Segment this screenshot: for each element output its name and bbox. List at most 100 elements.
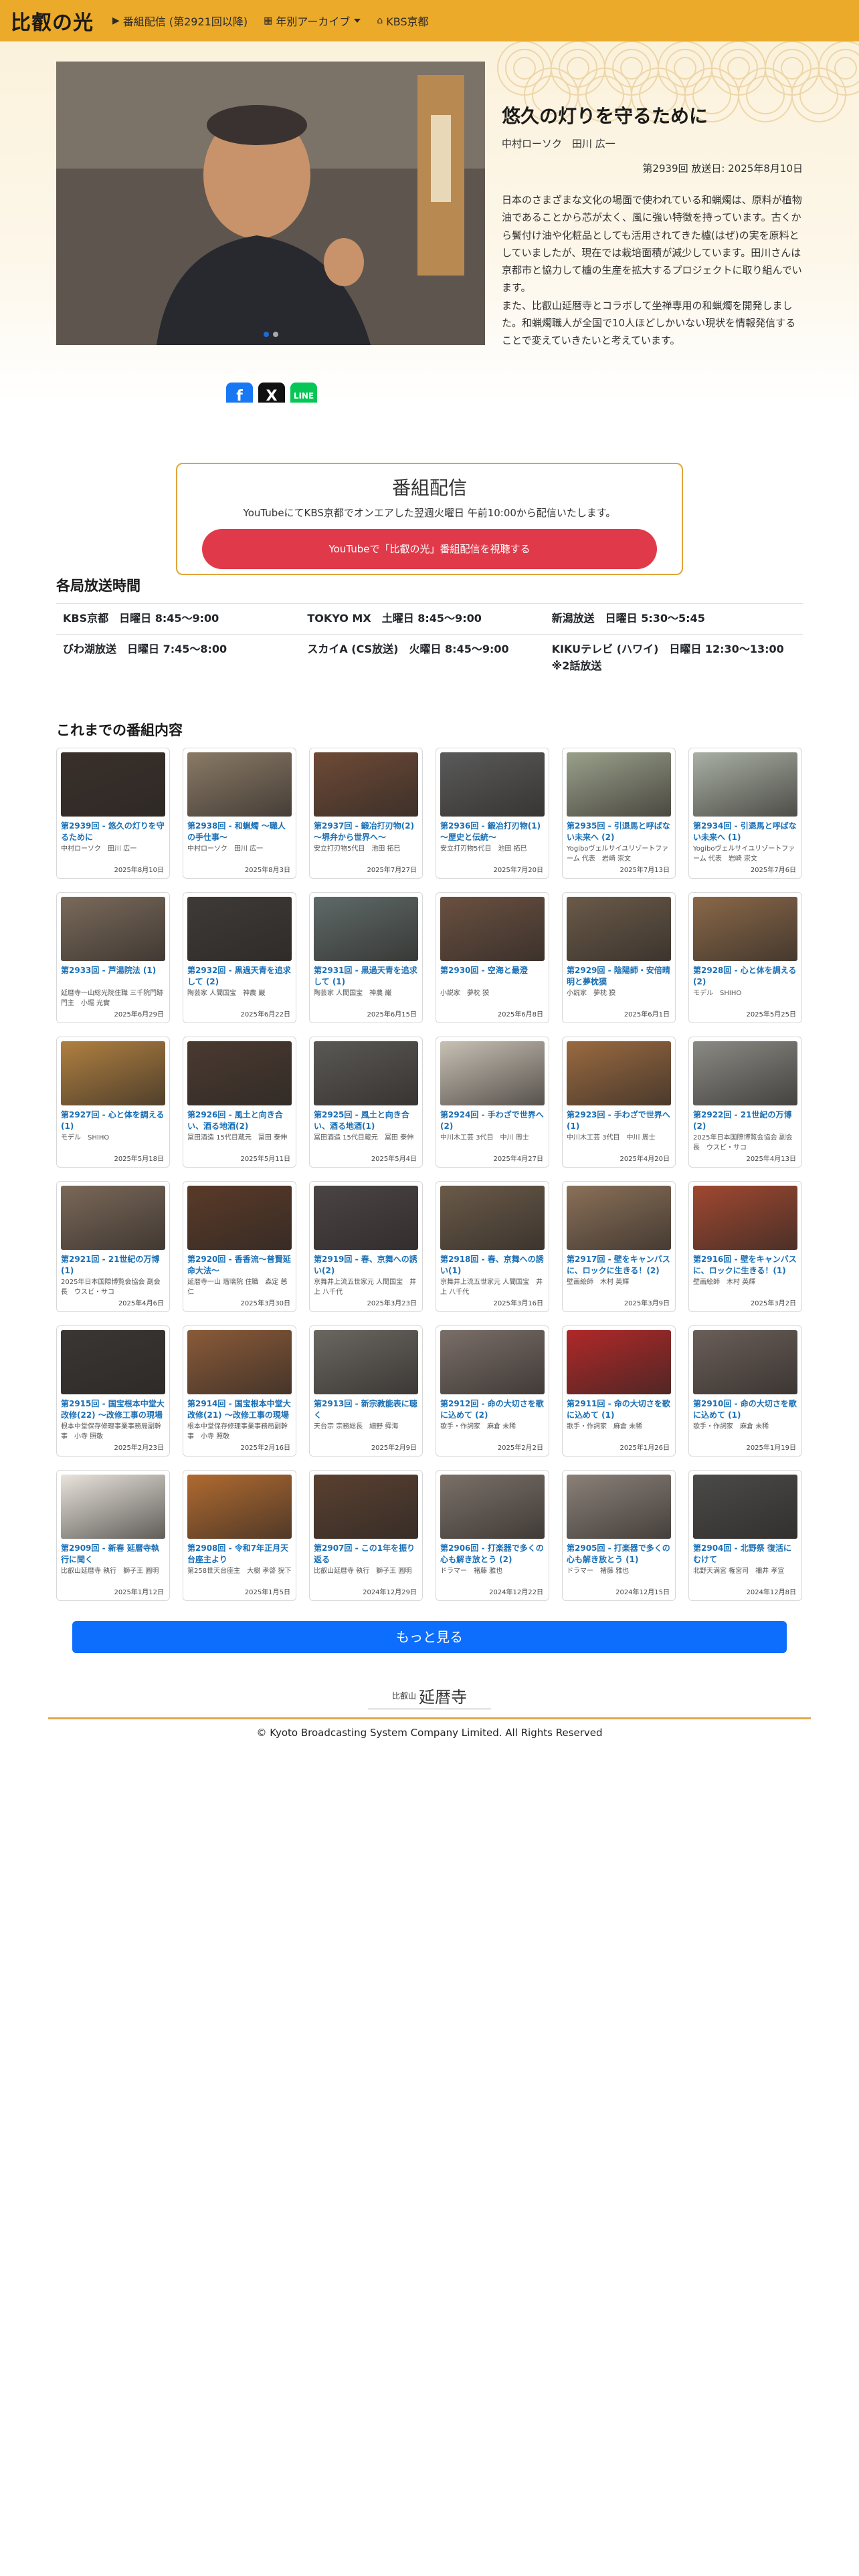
episode-card[interactable]: 第2917回 - 壁をキャンバスに、ロックに生きる！(2) 壁画絵師 木村 英輝 2… bbox=[562, 1181, 676, 1312]
episode-card[interactable]: 第2926回 - 風土と向き合い、酒る地酒(2) 冨田酒造 15代目蔵元 冨田 泰… bbox=[183, 1037, 296, 1168]
facebook-share-button[interactable]: f bbox=[226, 383, 253, 403]
episode-title[interactable]: 第2909回 - 新春 延暦寺執行に聞く bbox=[61, 1543, 165, 1566]
episode-card[interactable]: 第2904回 - 北野祭 復活にむけて 北野天満宮 権宮司 禰井 孝宣 2024年1… bbox=[688, 1470, 802, 1601]
episode-title[interactable]: 第2919回 - 春、京舞への誘い(2) bbox=[314, 1254, 418, 1277]
episode-thumbnail[interactable] bbox=[567, 1330, 671, 1394]
episode-title[interactable]: 第2917回 - 壁をキャンバスに、ロックに生きる！(2) bbox=[567, 1254, 671, 1277]
episode-card[interactable]: 第2929回 - 陰陽師・安倍晴明と夢枕獏 小説家 夢枕 獏 2025年6月1日 bbox=[562, 892, 676, 1023]
episode-card[interactable]: 第2915回 - 国宝根本中堂大改修(22) 〜改修工事の現場から〜根本中堂保存… bbox=[56, 1325, 170, 1457]
episode-thumbnail[interactable] bbox=[693, 897, 797, 961]
episode-title[interactable]: 第2916回 - 壁をキャンバスに、ロックに生きる！(1) bbox=[693, 1254, 797, 1277]
episode-card[interactable]: 第2934回 - 引退馬と呼ばない未来へ (1) Yogiboヴェルサイユリゾート… bbox=[688, 748, 802, 879]
episode-thumbnail[interactable] bbox=[187, 1041, 292, 1105]
episode-title[interactable]: 第2928回 - 心と体を調える(2) bbox=[693, 965, 797, 988]
episode-thumbnail[interactable] bbox=[693, 752, 797, 817]
episode-title[interactable]: 第2931回 - 黒過天青を追求して (1) bbox=[314, 965, 418, 988]
episode-thumbnail[interactable] bbox=[440, 752, 545, 817]
episode-card[interactable]: 第2931回 - 黒過天青を追求して (1) 陶芸家 人間国宝 神農 巌 2025年… bbox=[309, 892, 423, 1023]
episode-title[interactable]: 第2911回 - 命の大切さを歌に込めて (1) bbox=[567, 1398, 671, 1421]
episode-card[interactable]: 第2925回 - 風土と向き合い、酒る地酒(1) 冨田酒造 15代目蔵元 冨田 泰… bbox=[309, 1037, 423, 1168]
episode-thumbnail[interactable] bbox=[440, 1186, 545, 1250]
episode-title[interactable]: 第2927回 - 心と体を調える(1) bbox=[61, 1109, 165, 1132]
episode-card[interactable]: 第2905回 - 打楽器で多くの心も解き放とう (1) ドラマー 褚藤 雅也 202… bbox=[562, 1470, 676, 1601]
nav-kbs-kyoto[interactable]: ⌂ KBS京都 bbox=[377, 13, 428, 29]
episode-thumbnail[interactable] bbox=[61, 1186, 165, 1250]
episode-title[interactable]: 第2939回 - 悠久の灯りを守るために bbox=[61, 821, 165, 843]
line-share-button[interactable]: LINE bbox=[290, 383, 317, 403]
episode-title[interactable]: 第2904回 - 北野祭 復活にむけて bbox=[693, 1543, 797, 1566]
nav-yearly-archive-dropdown[interactable]: ▦ 年別アーカイブ bbox=[264, 13, 361, 29]
episode-card[interactable]: 第2938回 - 和蝋燭 〜職人の手仕事〜 中村ローソク 田川 広一 2025年8月… bbox=[183, 748, 296, 879]
episode-thumbnail[interactable] bbox=[440, 1041, 545, 1105]
episode-card[interactable]: 第2912回 - 命の大切さを歌に込めて (2) 歌手・作詞家 麻倉 未稀 2025… bbox=[436, 1325, 549, 1457]
episode-title[interactable]: 第2914回 - 国宝根本中堂大改修(21) 〜改修工事の現場から〜 bbox=[187, 1398, 292, 1421]
episode-thumbnail[interactable] bbox=[314, 752, 418, 817]
episode-title[interactable]: 第2925回 - 風土と向き合い、酒る地酒(1) bbox=[314, 1109, 418, 1132]
episode-thumbnail[interactable] bbox=[567, 1186, 671, 1250]
episode-title[interactable]: 第2907回 - この1年を振り返る bbox=[314, 1543, 418, 1566]
episode-title[interactable]: 第2923回 - 手わざで世界へ(1) bbox=[567, 1109, 671, 1132]
episode-card[interactable]: 第2922回 - 21世紀の万博 (2) 2025年日本国際博覧会協会 副会長 ウ… bbox=[688, 1037, 802, 1168]
episode-card[interactable]: 第2936回 - 鍛冶打刃物(1) 〜歴史と伝統〜 安立打刃物5代目 池田 拓巳 2… bbox=[436, 748, 549, 879]
episode-card[interactable]: 第2928回 - 心と体を調える(2) モデル SHIHO 2025年5月25日 bbox=[688, 892, 802, 1023]
episode-title[interactable]: 第2910回 - 命の大切さを歌に込めて (1) bbox=[693, 1398, 797, 1421]
carousel-dot[interactable] bbox=[272, 332, 278, 337]
episode-card[interactable]: 第2932回 - 黒過天青を追求して (2) 陶芸家 人間国宝 神農 巌 2025年… bbox=[183, 892, 296, 1023]
episode-title[interactable]: 第2921回 - 21世紀の万博 (1) bbox=[61, 1254, 165, 1277]
episode-title[interactable]: 第2924回 - 手わざで世界へ(2) bbox=[440, 1109, 545, 1132]
episode-title[interactable]: 第2930回 - 空海と最澄 bbox=[440, 965, 545, 988]
load-more-button[interactable]: もっと見る bbox=[72, 1621, 787, 1653]
episode-thumbnail[interactable] bbox=[314, 1041, 418, 1105]
x-share-button[interactable]: X bbox=[258, 383, 285, 403]
episode-title[interactable]: 第2932回 - 黒過天青を追求して (2) bbox=[187, 965, 292, 988]
episode-card[interactable]: 第2923回 - 手わざで世界へ(1) 中川木工芸 3代目 中川 周士 2025年4… bbox=[562, 1037, 676, 1168]
episode-title[interactable]: 第2935回 - 引退馬と呼ばない未来へ (2) bbox=[567, 821, 671, 843]
episode-card[interactable]: 第2913回 - 新宗教能表に聴く 天台宗 宗務総長 細野 舜海 2025年2月9日 bbox=[309, 1325, 423, 1457]
episode-title[interactable]: 第2908回 - 令和7年正月天台座主より bbox=[187, 1543, 292, 1566]
episode-card[interactable]: 第2908回 - 令和7年正月天台座主より 第258世天台座主 大樹 孝啓 猊下 2… bbox=[183, 1470, 296, 1601]
episode-card[interactable]: 第2939回 - 悠久の灯りを守るために 中村ローソク 田川 広一 2025年8月1… bbox=[56, 748, 170, 879]
episode-title[interactable]: 第2915回 - 国宝根本中堂大改修(22) 〜改修工事の現場から〜 bbox=[61, 1398, 165, 1421]
episode-thumbnail[interactable] bbox=[693, 1475, 797, 1539]
episode-thumbnail[interactable] bbox=[314, 897, 418, 961]
episode-card[interactable]: 第2930回 - 空海と最澄 小説家 夢枕 獏 2025年6月8日 bbox=[436, 892, 549, 1023]
episode-thumbnail[interactable] bbox=[187, 1186, 292, 1250]
episode-card[interactable]: 第2927回 - 心と体を調える(1) モデル SHIHO 2025年5月18日 bbox=[56, 1037, 170, 1168]
episode-thumbnail[interactable] bbox=[567, 897, 671, 961]
episode-title[interactable]: 第2912回 - 命の大切さを歌に込めて (2) bbox=[440, 1398, 545, 1421]
episode-thumbnail[interactable] bbox=[187, 752, 292, 817]
episode-card[interactable]: 第2914回 - 国宝根本中堂大改修(21) 〜改修工事の現場から〜根本中堂保存… bbox=[183, 1325, 296, 1457]
episode-thumbnail[interactable] bbox=[187, 1330, 292, 1394]
episode-card[interactable]: 第2916回 - 壁をキャンバスに、ロックに生きる！(1) 壁画絵師 木村 英輝 2… bbox=[688, 1181, 802, 1312]
episode-thumbnail[interactable] bbox=[187, 1475, 292, 1539]
episode-title[interactable]: 第2934回 - 引退馬と呼ばない未来へ (1) bbox=[693, 821, 797, 843]
episode-thumbnail[interactable] bbox=[440, 1330, 545, 1394]
episode-title[interactable]: 第2920回 - 香香流〜普賢延命大法〜 bbox=[187, 1254, 292, 1277]
featured-carousel[interactable] bbox=[56, 62, 485, 345]
episode-card[interactable]: 第2906回 - 打楽器で多くの心も解き放とう (2) ドラマー 褚藤 雅也 202… bbox=[436, 1470, 549, 1601]
episode-thumbnail[interactable] bbox=[440, 1475, 545, 1539]
episode-card[interactable]: 第2919回 - 春、京舞への誘い(2) 京舞井上流五世家元 人間国宝 井上 八千… bbox=[309, 1181, 423, 1312]
episode-thumbnail[interactable] bbox=[61, 1041, 165, 1105]
episode-card[interactable]: 第2907回 - この1年を振り返る 比叡山延暦寺 執行 獅子王 圓明 2024年1… bbox=[309, 1470, 423, 1601]
youtube-watch-button[interactable]: YouTubeで「比叡の光」番組配信を視聴する bbox=[202, 529, 657, 569]
episode-title[interactable]: 第2913回 - 新宗教能表に聴く bbox=[314, 1398, 418, 1421]
episode-thumbnail[interactable] bbox=[61, 1330, 165, 1394]
episode-thumbnail[interactable] bbox=[187, 897, 292, 961]
episode-card[interactable]: 第2935回 - 引退馬と呼ばない未来へ (2) Yogiboヴェルサイユリゾート… bbox=[562, 748, 676, 879]
episode-thumbnail[interactable] bbox=[567, 1475, 671, 1539]
episode-thumbnail[interactable] bbox=[61, 897, 165, 961]
episode-thumbnail[interactable] bbox=[314, 1475, 418, 1539]
episode-card[interactable]: 第2910回 - 命の大切さを歌に込めて (1) 歌手・作詞家 麻倉 未稀 2025… bbox=[688, 1325, 802, 1457]
episode-card[interactable]: 第2920回 - 香香流〜普賢延命大法〜 延暦寺一山 瑠璃院 住職 森定 慈仁 20… bbox=[183, 1181, 296, 1312]
episode-card[interactable]: 第2933回 - 芦湯院法 (1) 延暦寺一山総光院住職 三千院門跡門主 小堀 光… bbox=[56, 892, 170, 1023]
episode-thumbnail[interactable] bbox=[61, 752, 165, 817]
episode-title[interactable]: 第2905回 - 打楽器で多くの心も解き放とう (1) bbox=[567, 1543, 671, 1566]
episode-thumbnail[interactable] bbox=[314, 1186, 418, 1250]
episode-thumbnail[interactable] bbox=[567, 752, 671, 817]
episode-title[interactable]: 第2936回 - 鍛冶打刃物(1) 〜歴史と伝統〜 bbox=[440, 821, 545, 843]
episode-thumbnail[interactable] bbox=[314, 1330, 418, 1394]
episode-thumbnail[interactable] bbox=[693, 1041, 797, 1105]
episode-title[interactable]: 第2938回 - 和蝋燭 〜職人の手仕事〜 bbox=[187, 821, 292, 843]
episode-card[interactable]: 第2937回 - 鍛冶打刃物(2) 〜堺弁から世界へ〜 安立打刃物5代目 池田 拓… bbox=[309, 748, 423, 879]
